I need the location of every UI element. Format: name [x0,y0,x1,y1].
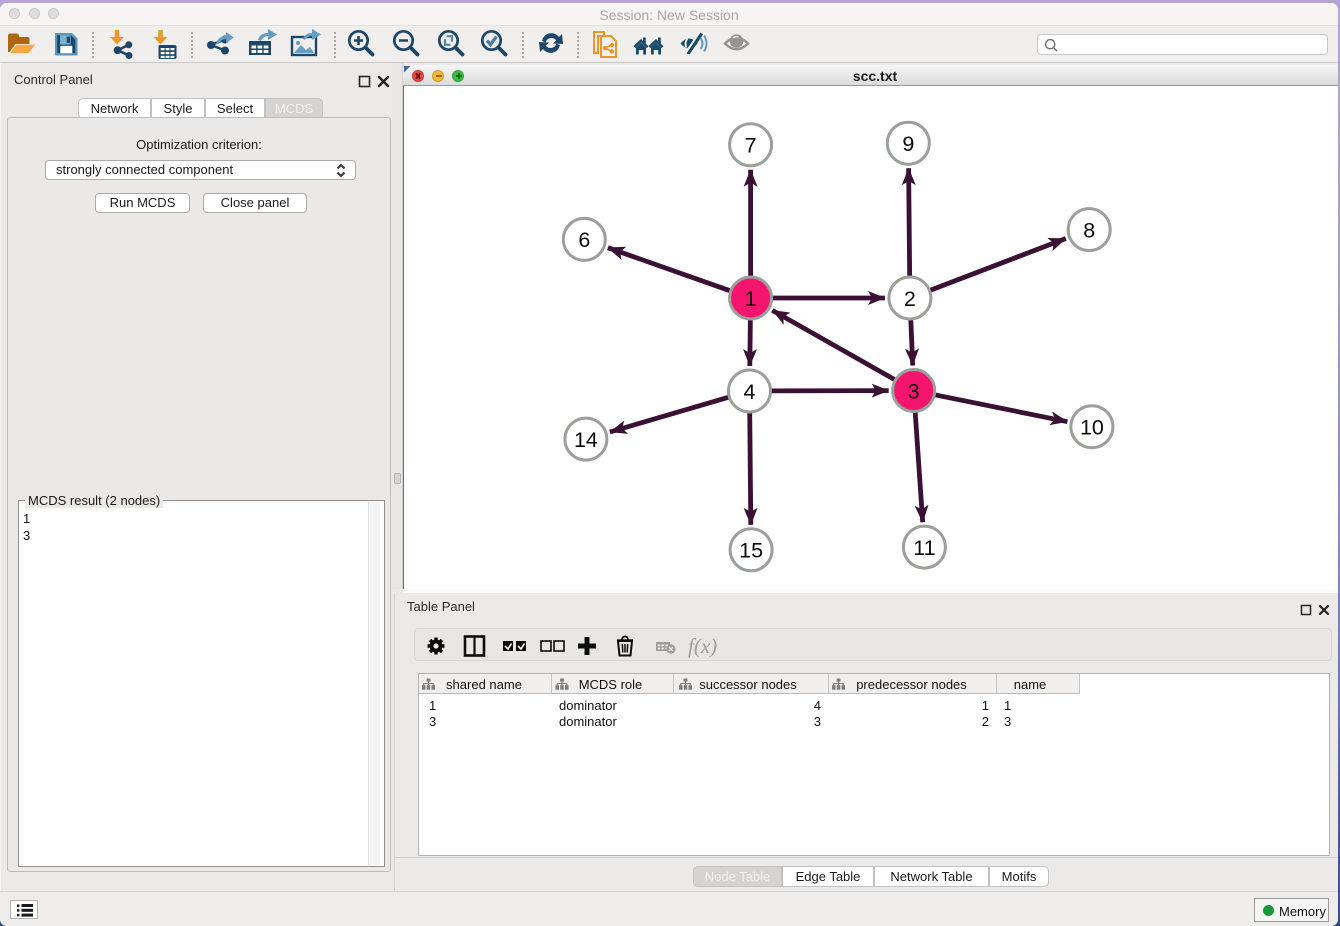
svg-text:f(x): f(x) [688,634,717,658]
svg-text:2: 2 [904,287,916,311]
svg-text:9: 9 [902,132,914,156]
svg-text:4: 4 [744,380,756,404]
svg-text:1: 1 [745,287,757,311]
svg-text:MCDS role: MCDS role [579,677,643,692]
svg-text:3: 3 [908,379,920,403]
svg-text:shared name: shared name [446,677,522,692]
svg-text:7: 7 [745,134,757,158]
svg-text:10: 10 [1080,416,1104,440]
svg-text:name: name [1014,677,1047,692]
svg-text:15: 15 [739,539,763,563]
svg-text:6: 6 [578,228,590,252]
svg-text:11: 11 [913,536,935,560]
svg-text:predecessor nodes: predecessor nodes [856,677,967,692]
svg-text:successor nodes: successor nodes [699,677,797,692]
svg-text:14: 14 [574,428,598,452]
svg-text:8: 8 [1083,218,1095,242]
